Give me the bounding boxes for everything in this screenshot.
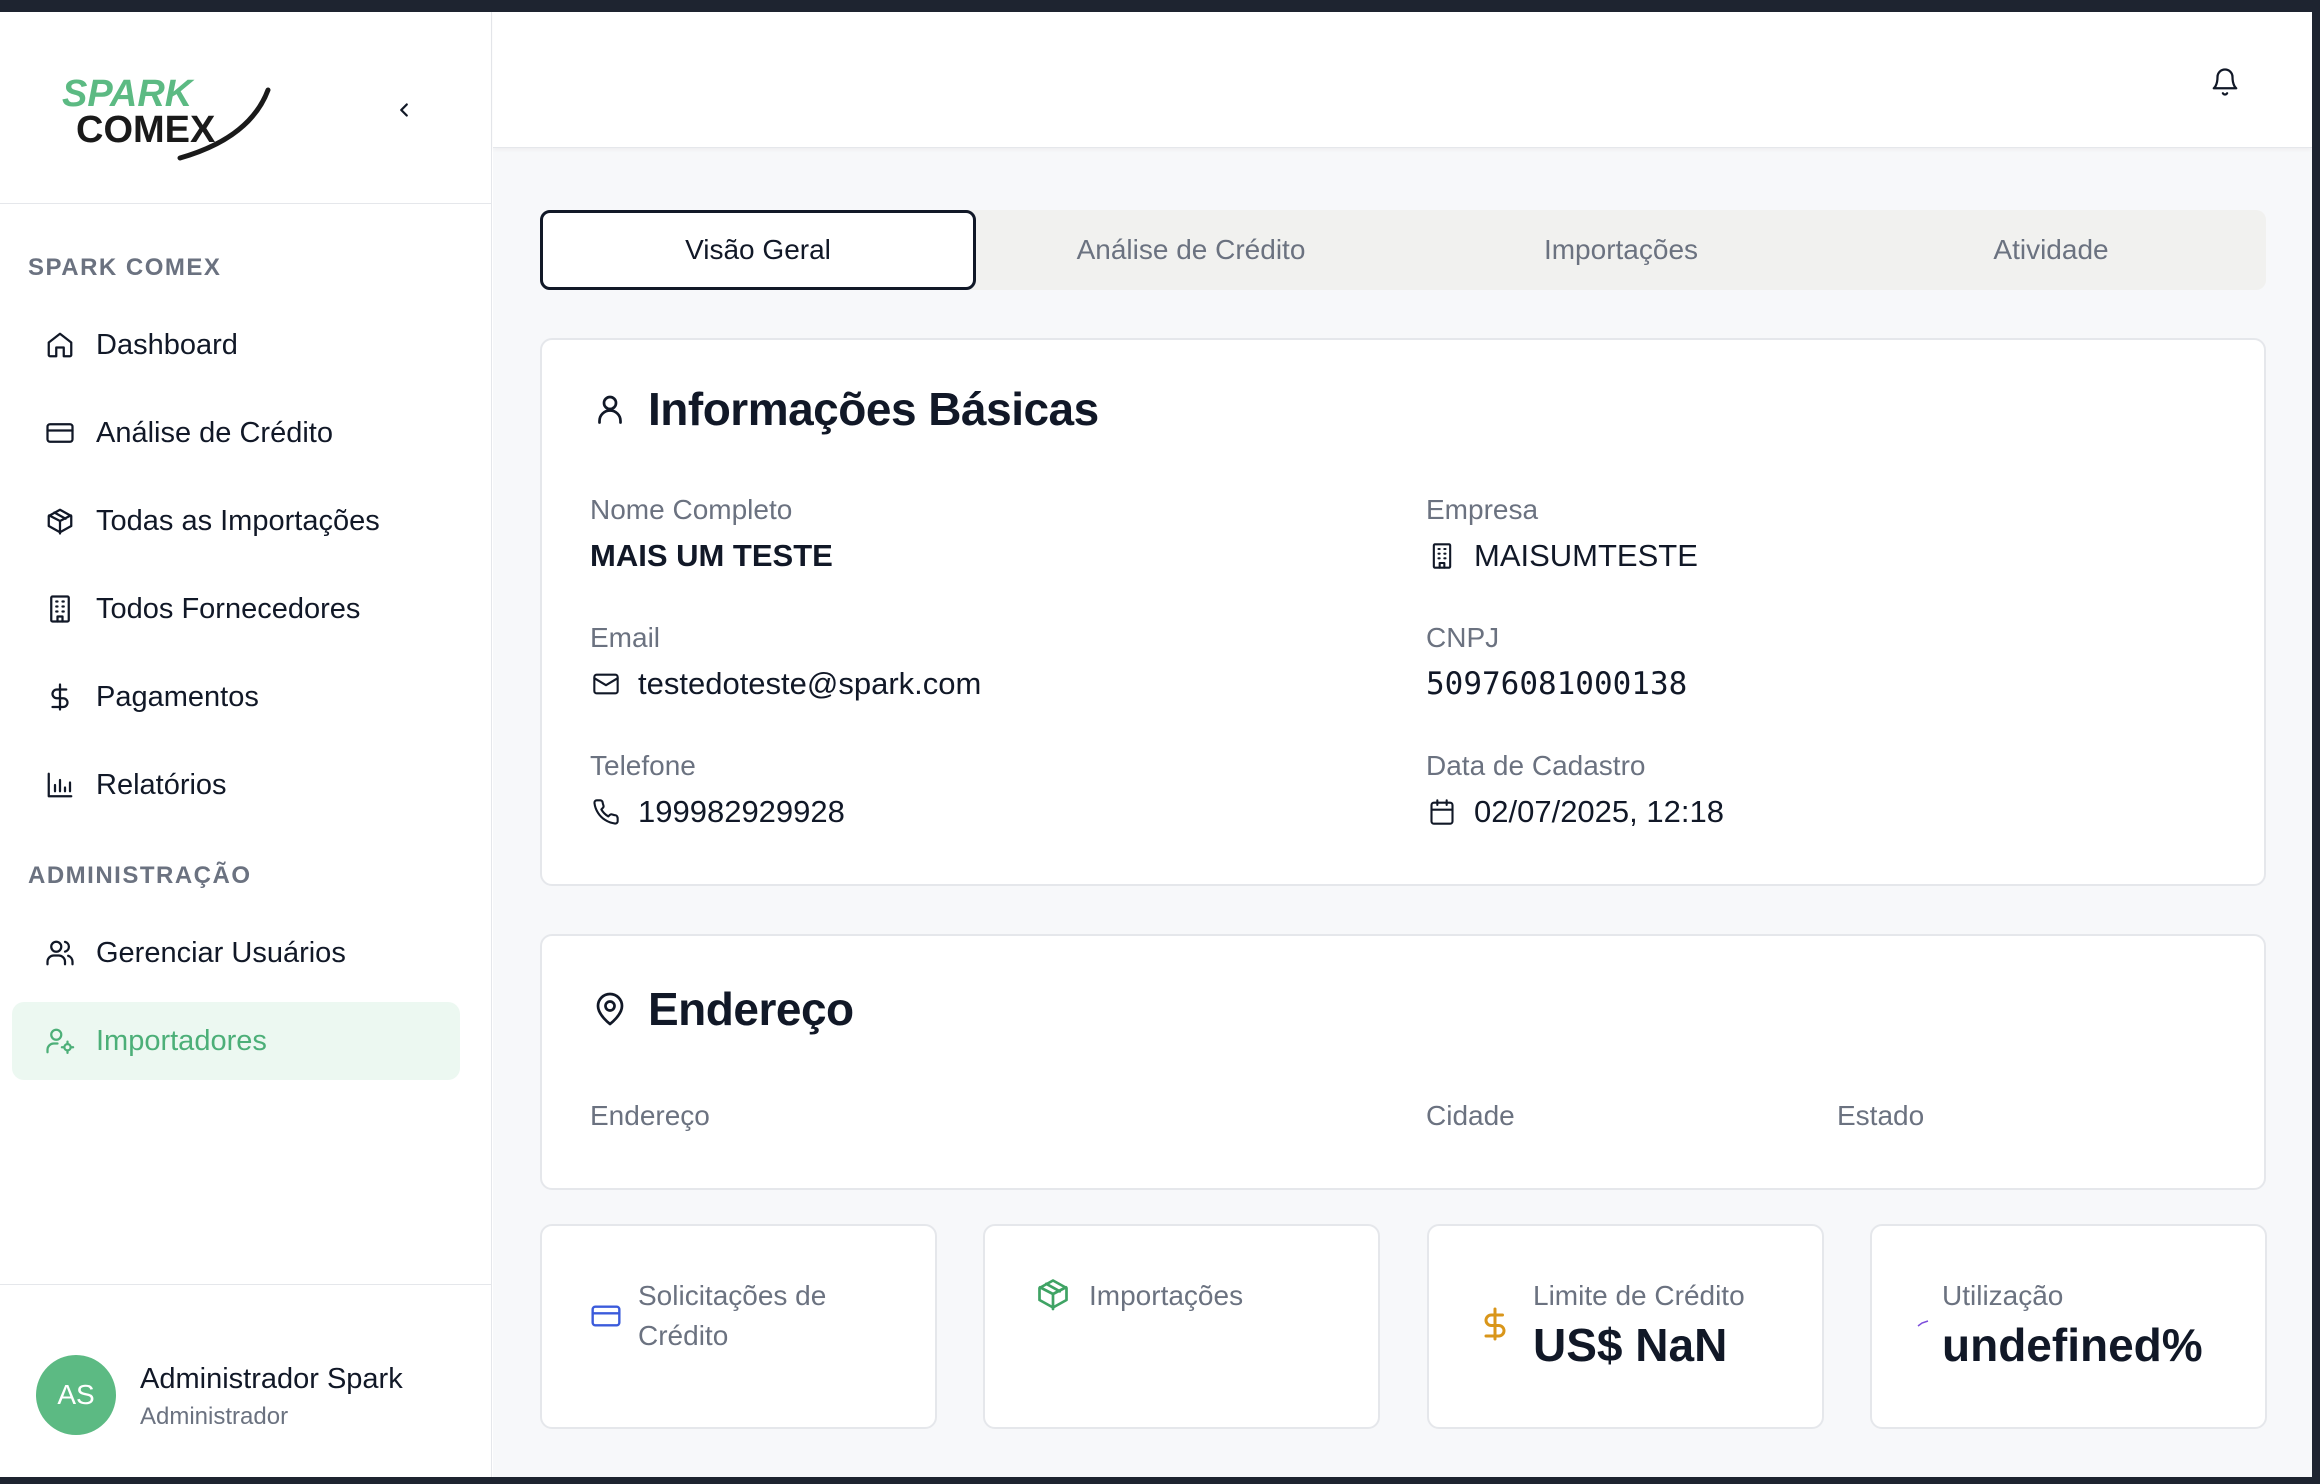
city-label: Cidade (1426, 1100, 1515, 1131)
card-title-text: Endereço (648, 983, 854, 1035)
credit-card-icon (44, 417, 76, 449)
topbar (493, 12, 2312, 148)
phone-label: Telefone (590, 750, 696, 781)
main-content: Visão Geral Análise de Crédito Importaçõ… (493, 12, 2312, 1477)
sidebar-item-label: Relatórios (96, 768, 227, 801)
app-window: SPARK COMEX SPARK COMEX Dashboard Anális… (0, 12, 2312, 1477)
phone-icon (590, 796, 622, 828)
state-label: Estado (1837, 1100, 1925, 1131)
phone-text: 199982929928 (638, 794, 845, 829)
cnpj-value: 50976081000138 (1426, 666, 1688, 702)
sidebar-item-importers[interactable]: Importadores (12, 1002, 460, 1080)
full-name-value: MAIS UM TESTE (590, 538, 833, 573)
home-icon (44, 329, 76, 361)
cnpj-label: CNPJ (1426, 622, 1500, 653)
email-label: Email (590, 622, 661, 653)
trend-icon (1916, 1316, 1930, 1330)
sidebar-item-manage-users[interactable]: Gerenciar Usuários (12, 914, 460, 992)
sidebar-item-label: Todos Fornecedores (96, 592, 361, 625)
stat-credit-limit: Limite de Crédito US$ NaN (1427, 1224, 1824, 1429)
stat-label: Limite de Crédito (1533, 1280, 1745, 1311)
credit-card-icon (588, 1298, 624, 1334)
stat-imports: Importações (983, 1224, 1380, 1429)
bell-icon (2212, 68, 2238, 96)
email-text: testedoteste@spark.com (638, 666, 982, 701)
sidebar-item-all-imports[interactable]: Todas as Importações (12, 482, 460, 560)
stat-label: Solicitações de Crédito (638, 1280, 827, 1351)
avatar: AS (36, 1355, 116, 1435)
registered-text: 02/07/2025, 12:18 (1474, 794, 1724, 829)
street-label: Endereço (590, 1100, 710, 1131)
sidebar: SPARK COMEX SPARK COMEX Dashboard Anális… (0, 12, 492, 1477)
tab-activity[interactable]: Atividade (1836, 210, 2266, 290)
dollar-icon (1477, 1306, 1513, 1342)
building-icon (44, 593, 76, 625)
full-name-label: Nome Completo (590, 494, 793, 525)
sidebar-item-label: Importadores (96, 1024, 267, 1057)
user-profile[interactable]: AS Administrador Spark Administrador (0, 1284, 492, 1477)
sidebar-item-label: Todas as Importações (96, 504, 380, 537)
company-text: MAISUMTESTE (1474, 538, 1698, 573)
collapse-sidebar-button[interactable] (384, 90, 424, 130)
section-label-administracao: ADMINISTRAÇÃO (28, 862, 252, 889)
users-icon (44, 937, 76, 969)
building-icon (1426, 540, 1458, 572)
basic-info-card: Informações Básicas Nome Completo MAIS U… (540, 338, 2266, 886)
spark-comex-logo[interactable]: SPARK COMEX (60, 68, 272, 168)
stat-usage: Utilização undefined% (1870, 1224, 2267, 1429)
registered-label: Data de Cadastro (1426, 750, 1646, 781)
package-icon (1035, 1276, 1071, 1312)
sidebar-item-label: Gerenciar Usuários (96, 936, 346, 969)
chevron-left-icon (400, 103, 408, 117)
basic-info-title: Informações Básicas (590, 382, 1099, 436)
package-icon (44, 505, 76, 537)
mail-icon (590, 668, 622, 700)
bar-chart-icon (44, 769, 76, 801)
dollar-icon (44, 681, 76, 713)
registered-value: 02/07/2025, 12:18 (1426, 794, 1724, 830)
company-value: MAISUMTESTE (1426, 538, 1698, 574)
company-label: Empresa (1426, 494, 1539, 525)
tab-overview[interactable]: Visão Geral (540, 210, 976, 290)
address-card: Endereço Endereço Cidade Estado (540, 934, 2266, 1190)
sidebar-item-reports[interactable]: Relatórios (12, 746, 460, 824)
tab-bar: Visão Geral Análise de Crédito Importaçõ… (540, 210, 2266, 290)
sidebar-item-label: Análise de Crédito (96, 416, 333, 449)
map-pin-icon (590, 989, 630, 1029)
stat-value: undefined% (1942, 1319, 2203, 1371)
address-title: Endereço (590, 982, 854, 1036)
phone-value: 199982929928 (590, 794, 845, 830)
card-title-text: Informações Básicas (648, 383, 1099, 435)
tab-imports[interactable]: Importações (1406, 210, 1836, 290)
user-cog-icon (44, 1025, 76, 1057)
sidebar-item-suppliers[interactable]: Todos Fornecedores (12, 570, 460, 648)
calendar-icon (1426, 796, 1458, 828)
section-label-spark-comex: SPARK COMEX (28, 254, 222, 281)
user-name: Administrador Spark (140, 1363, 403, 1395)
email-value: testedoteste@spark.com (590, 666, 981, 702)
stat-value: US$ NaN (1533, 1319, 1728, 1371)
sidebar-item-label: Pagamentos (96, 680, 259, 713)
sidebar-header: SPARK COMEX (0, 12, 491, 204)
user-role: Administrador (140, 1403, 289, 1430)
sidebar-item-label: Dashboard (96, 328, 238, 361)
stat-label: Utilização (1942, 1280, 2064, 1311)
user-icon (590, 389, 630, 429)
notifications-button[interactable] (2205, 62, 2245, 102)
logo-line2: COMEX (76, 109, 216, 151)
sidebar-item-credit-analysis[interactable]: Análise de Crédito (12, 394, 460, 472)
sidebar-item-payments[interactable]: Pagamentos (12, 658, 460, 736)
tab-credit-analysis[interactable]: Análise de Crédito (976, 210, 1406, 290)
stat-label: Importações (1089, 1280, 1244, 1311)
stat-credit-requests: Solicitações de Crédito (540, 1224, 937, 1429)
sidebar-item-dashboard[interactable]: Dashboard (12, 306, 460, 384)
